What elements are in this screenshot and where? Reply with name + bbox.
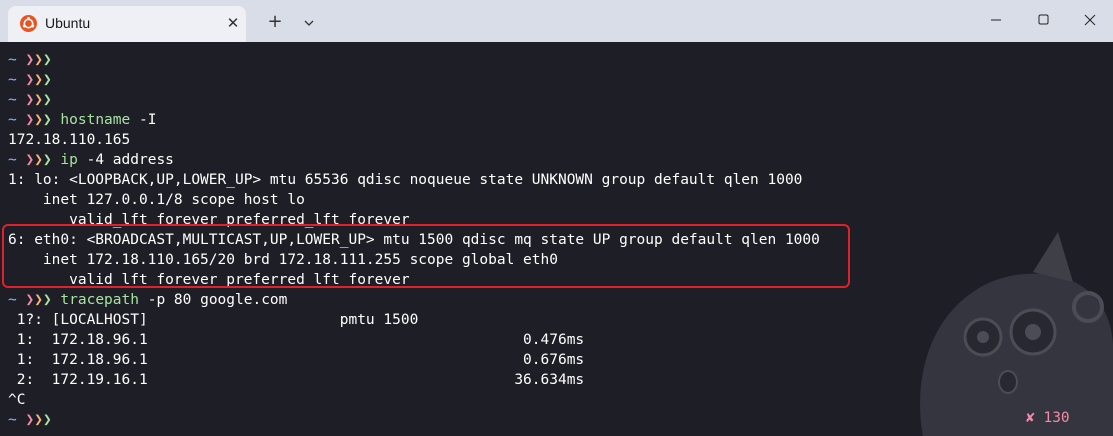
tab-ubuntu[interactable]: Ubuntu ✕	[8, 6, 246, 42]
prompt-line: ~ ❯❯❯	[8, 410, 820, 430]
command-args: -I	[130, 112, 157, 128]
prompt-tilde: ~	[8, 72, 17, 88]
tab-close-icon[interactable]: ✕	[224, 14, 242, 32]
prompt-line: ~ ❯❯❯	[8, 90, 820, 110]
close-icon	[1084, 14, 1096, 26]
maximize-button[interactable]	[1020, 0, 1066, 40]
output-line: ^C	[8, 392, 26, 408]
maximize-icon	[1038, 14, 1049, 25]
terminal-window: Ubuntu ✕ + ~ ❯❯❯ ~ ❯❯❯ ~ ❯❯❯ ~ ❯❯❯ hostn…	[0, 0, 1113, 436]
prompt-arrows-icon: ❯❯❯	[25, 412, 52, 428]
prompt-arrows-icon: ❯❯❯	[25, 72, 52, 88]
prompt-line: ~ ❯❯❯ ip -4 address	[8, 150, 820, 170]
output-line: 1?: [LOCALHOST] pmtu 1500	[8, 312, 419, 328]
prompt-arrows-icon: ❯❯❯	[25, 52, 52, 68]
command-args: -p 80 google.com	[138, 292, 288, 308]
prompt-tilde: ~	[8, 112, 17, 128]
prompt-tilde: ~	[8, 92, 17, 108]
exit-status: ✘ 130	[1026, 410, 1070, 426]
output-line: 1: 172.18.96.1 0.476ms	[8, 332, 585, 348]
tab-title: Ubuntu	[45, 15, 91, 31]
prompt-tilde: ~	[8, 152, 17, 168]
terminal-pane[interactable]: ~ ❯❯❯ ~ ❯❯❯ ~ ❯❯❯ ~ ❯❯❯ hostname -I 172.18.1…	[0, 42, 1113, 436]
output-line: inet 127.0.0.1/8 scope host lo	[8, 192, 305, 208]
prompt-line: ~ ❯❯❯ hostname -I	[8, 110, 820, 130]
background-anime-art	[920, 232, 1113, 436]
prompt-arrows-icon: ❯❯❯	[25, 152, 52, 168]
prompt-tilde: ~	[8, 292, 17, 308]
prompt-line: ~ ❯❯❯	[8, 50, 820, 70]
prompt-arrows-icon: ❯❯❯	[25, 292, 52, 308]
prompt-tilde: ~	[8, 412, 17, 428]
command-name: hostname	[60, 112, 131, 128]
command-name: ip	[60, 152, 78, 168]
eth0-highlight-box	[2, 224, 850, 288]
prompt-arrows-icon: ❯❯❯	[25, 112, 52, 128]
prompt-line: ~ ❯❯❯	[8, 70, 820, 90]
new-tab-button[interactable]: +	[262, 11, 288, 33]
chevron-down-icon[interactable]	[298, 13, 320, 33]
ubuntu-logo-icon	[20, 15, 37, 32]
command-name: tracepath	[60, 292, 139, 308]
prompt-arrows-icon: ❯❯❯	[25, 92, 52, 108]
output-line: 1: lo: <LOOPBACK,UP,LOWER_UP> mtu 65536 …	[8, 172, 803, 188]
title-bar: Ubuntu ✕ +	[0, 0, 1113, 42]
prompt-line: ~ ❯❯❯ tracepath -p 80 google.com	[8, 290, 820, 310]
minimize-icon	[991, 19, 1001, 21]
close-button[interactable]	[1067, 0, 1113, 40]
output-line: 2: 172.19.16.1 36.634ms	[8, 372, 585, 388]
prompt-tilde: ~	[8, 52, 17, 68]
minimize-button[interactable]	[973, 0, 1019, 40]
output-line: 1: 172.18.96.1 0.676ms	[8, 352, 585, 368]
command-args: -4 address	[77, 152, 174, 168]
output-line: 172.18.110.165	[8, 132, 131, 148]
